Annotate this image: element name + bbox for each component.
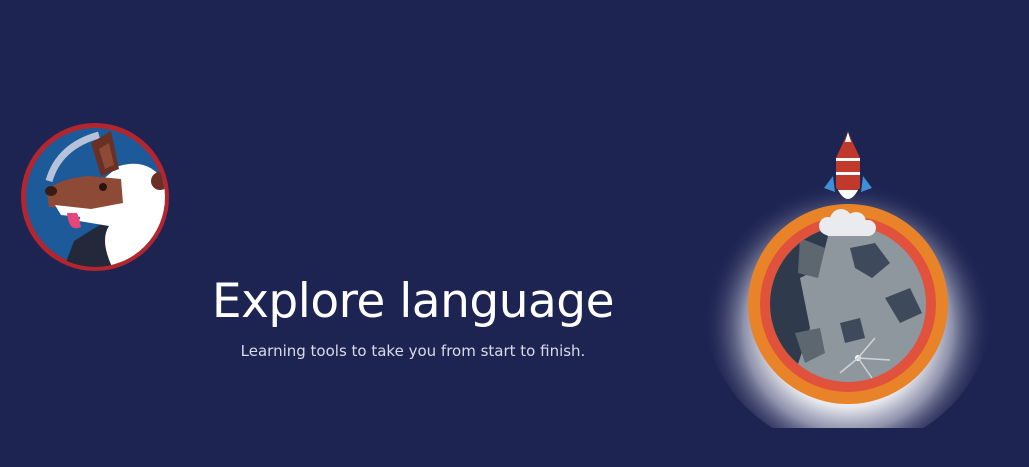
rocket-moon-icon — [700, 128, 1000, 449]
hero-section: Explore language Learning tools to take … — [0, 0, 1029, 467]
astronaut-dog-icon — [19, 121, 171, 273]
